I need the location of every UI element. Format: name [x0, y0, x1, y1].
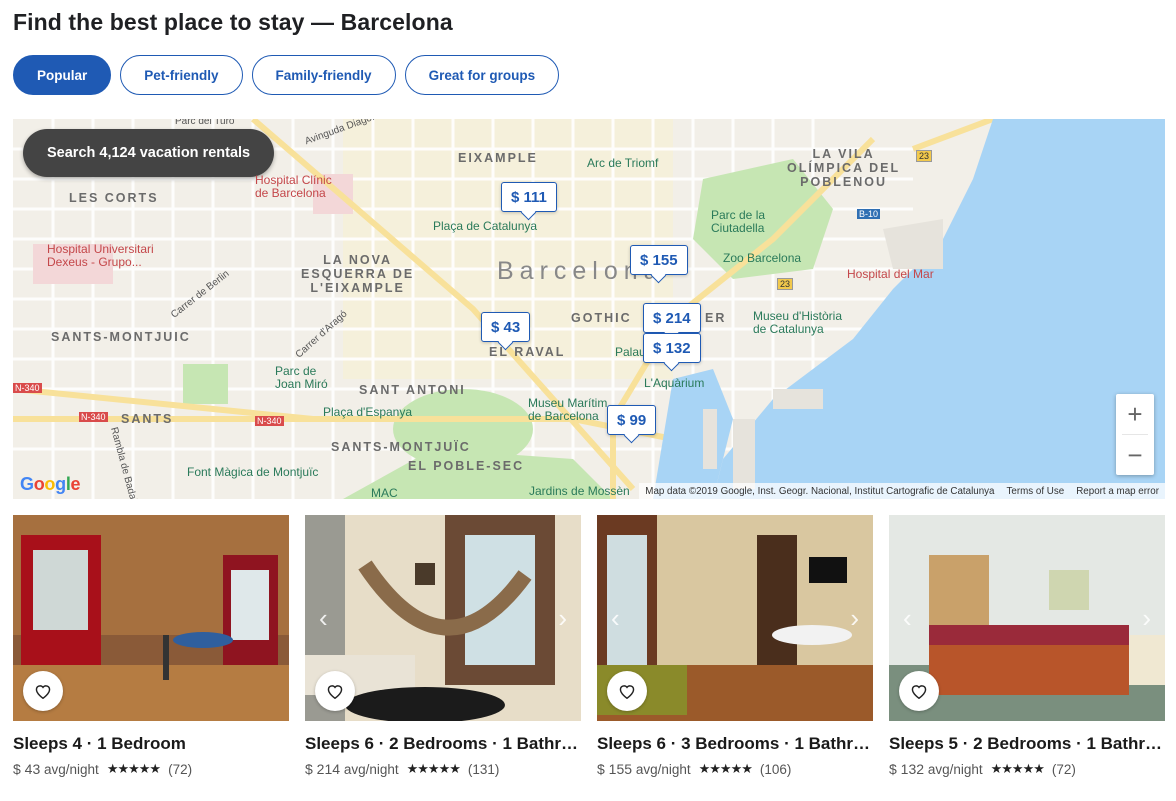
star-rating: ★★★★★ [106, 761, 161, 776]
price-unit: avg/night [343, 762, 399, 777]
zoom-out-button[interactable]: − [1116, 435, 1154, 475]
heart-icon [327, 685, 343, 699]
chevron-left-icon[interactable]: ‹ [319, 604, 328, 632]
filter-pills: Popular Pet-friendly Family-friendly Gre… [13, 55, 560, 95]
heart-icon [911, 685, 927, 699]
listing-title: Sleeps 5 · 2 Bedrooms · 1 Bathro... [889, 734, 1165, 753]
zoom-in-button[interactable]: + [1116, 394, 1154, 434]
listing-photo[interactable]: ‹ › [889, 515, 1165, 721]
listing-card[interactable]: ‹ › Sleeps 6 · 2 Bedrooms · 1 Bathro... … [305, 515, 581, 777]
listing-price: $ 155 [597, 761, 633, 777]
star-rating: ★★★★★ [406, 761, 461, 776]
heart-icon [619, 685, 635, 699]
listing-price: $ 43 [13, 761, 41, 777]
listing-meta: $ 132 avg/night ★★★★★ (72) [889, 761, 1165, 777]
price-pin[interactable]: $ 155 [630, 245, 688, 275]
search-vacation-rentals-button[interactable]: Search 4,124 vacation rentals [23, 129, 275, 177]
listing-price: $ 214 [305, 761, 341, 777]
chevron-left-icon[interactable]: ‹ [611, 604, 620, 632]
listing-title: Sleeps 6 · 2 Bedrooms · 1 Bathro... [305, 734, 581, 753]
zoom-control: + − [1116, 394, 1154, 475]
listing-title: Sleeps 4 · 1 Bedroom [13, 734, 186, 753]
chevron-left-icon[interactable]: ‹ [903, 604, 912, 632]
report-map-error-link[interactable]: Report a map error [1076, 486, 1159, 497]
price-unit: avg/night [44, 762, 99, 777]
review-count: (131) [467, 761, 500, 777]
listing-card[interactable]: ‹ › Sleeps 5 · 2 Bedrooms · 1 Bathro... … [889, 515, 1165, 777]
chevron-right-icon[interactable]: › [1142, 604, 1151, 632]
chevron-right-icon[interactable]: › [850, 604, 859, 632]
map-attribution: Map data ©2019 Google, Inst. Geogr. Naci… [645, 485, 995, 497]
listing-title: Sleeps 6 · 3 Bedrooms · 1 Bathro... [597, 734, 873, 753]
price-unit: avg/night [927, 762, 983, 777]
map-attribution-bar: Map data ©2019 Google, Inst. Geogr. Naci… [639, 483, 1165, 499]
review-count: (72) [168, 761, 193, 777]
review-count: (72) [1051, 761, 1076, 777]
review-count: (106) [759, 761, 792, 777]
favorite-button[interactable] [315, 671, 355, 711]
filter-pet-friendly[interactable]: Pet-friendly [120, 55, 243, 95]
chevron-right-icon[interactable]: › [558, 604, 567, 632]
listing-card[interactable]: ‹ › Sleeps 6 · 3 Bedrooms · 1 Bathro... … [597, 515, 873, 777]
favorite-button[interactable] [607, 671, 647, 711]
listing-photo[interactable]: ‹ › [597, 515, 873, 721]
listing-cards: Sleeps 4 · 1 Bedroom $ 43 avg/night ★★★★… [13, 515, 1165, 777]
listing-meta: $ 43 avg/night ★★★★★ (72) [13, 761, 289, 777]
star-rating: ★★★★★ [990, 761, 1045, 776]
price-pin[interactable]: $ 111 [501, 182, 557, 212]
listing-meta: $ 155 avg/night ★★★★★ (106) [597, 761, 873, 777]
favorite-button[interactable] [23, 671, 63, 711]
price-unit: avg/night [635, 762, 691, 777]
price-pin[interactable]: $ 99 [607, 405, 657, 435]
map[interactable]: Search 4,124 vacation rentals EIXAMPLE L… [13, 119, 1165, 499]
listing-meta: $ 214 avg/night ★★★★★ (131) [305, 761, 581, 777]
star-rating: ★★★★★ [698, 761, 753, 776]
price-pin[interactable]: $ 132 [643, 333, 701, 363]
listing-price: $ 132 [889, 761, 925, 777]
listing-photo[interactable]: ‹ › [305, 515, 581, 721]
google-logo: Google [20, 474, 81, 494]
heart-icon [35, 685, 51, 699]
filter-popular[interactable]: Popular [13, 55, 112, 95]
listing-card[interactable]: Sleeps 4 · 1 Bedroom $ 43 avg/night ★★★★… [13, 515, 289, 777]
price-pin[interactable]: $ 214 [643, 303, 701, 333]
listing-photo[interactable] [13, 515, 289, 721]
favorite-button[interactable] [899, 671, 939, 711]
page-title: Find the best place to stay — Barcelona [13, 9, 453, 35]
price-pin[interactable]: $ 43 [481, 312, 531, 342]
filter-family-friendly[interactable]: Family-friendly [251, 55, 396, 95]
filter-great-for-groups[interactable]: Great for groups [404, 55, 560, 95]
terms-link[interactable]: Terms of Use [1007, 486, 1065, 497]
